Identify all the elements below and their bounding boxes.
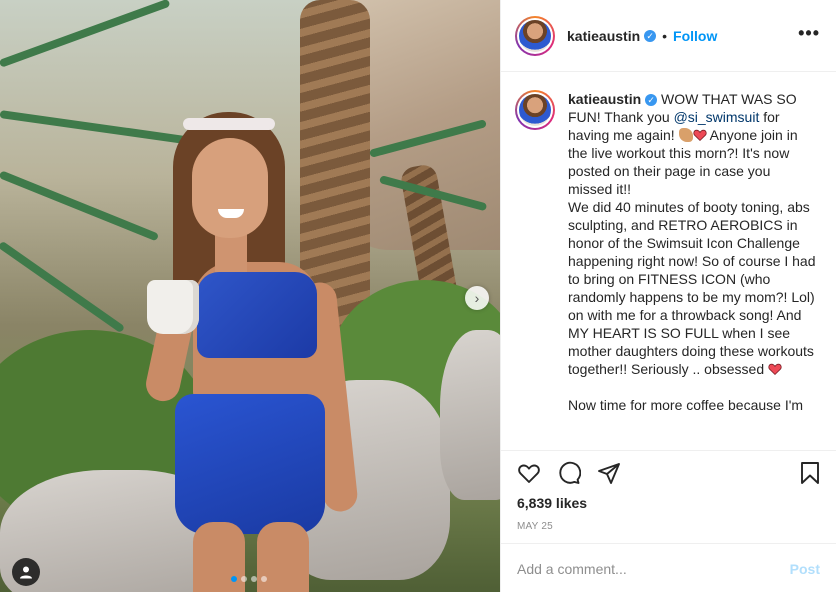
likes-count[interactable]: 6,839 likes — [517, 495, 587, 511]
avatar-image — [519, 94, 551, 126]
verified-badge-icon: ✓ — [645, 94, 658, 106]
sports-bra — [197, 272, 317, 358]
coffee-mug — [147, 280, 199, 334]
face — [192, 138, 268, 238]
bookmark-icon[interactable] — [798, 461, 822, 485]
post-photo[interactable]: › — [0, 0, 500, 592]
carousel-dot — [241, 576, 247, 582]
boulder — [440, 330, 500, 500]
post-side-panel: katieaustin ✓ • Follow ••• katieaustin ✓ … — [500, 0, 836, 592]
shorts — [175, 394, 325, 534]
caption-username[interactable]: katieaustin — [568, 91, 641, 107]
neck — [215, 232, 247, 272]
headband — [183, 118, 275, 130]
verified-badge-icon: ✓ — [644, 29, 657, 42]
heart-icon[interactable] — [517, 461, 541, 485]
avatar-image — [519, 19, 551, 52]
carousel-dot — [261, 576, 267, 582]
caption-part: Anyone join in the live workout this mor… — [568, 127, 816, 377]
post-header: katieaustin ✓ • Follow ••• — [501, 0, 836, 72]
caption: katieaustin ✓ WOW THAT WAS SO FUN! Thank … — [515, 90, 822, 414]
caption-scroll-area[interactable]: katieaustin ✓ WOW THAT WAS SO FUN! Thank … — [501, 72, 836, 450]
heart-emoji-icon — [768, 363, 782, 376]
user-tag-icon — [20, 566, 32, 579]
heart-emoji-icon — [692, 129, 707, 142]
comment-icon[interactable] — [557, 461, 581, 485]
carousel-dot — [251, 576, 257, 582]
caption-text: katieaustin ✓ WOW THAT WAS SO FUN! Thank … — [568, 90, 818, 414]
person — [135, 112, 375, 592]
comment-input[interactable] — [517, 560, 790, 577]
follow-button[interactable]: Follow — [673, 28, 717, 44]
palm-frond — [0, 240, 126, 334]
caption-part: Now time for more coffee because I'm — [568, 397, 804, 413]
post-actions: 6,839 likes MAY 25 Post — [501, 450, 836, 592]
palm-frond — [0, 0, 171, 68]
post-comment-button[interactable]: Post — [790, 561, 820, 577]
flexed-biceps-icon — [678, 128, 693, 142]
post-date[interactable]: MAY 25 — [517, 521, 553, 532]
avatar[interactable] — [515, 15, 555, 56]
action-icons — [517, 461, 621, 485]
carousel-next-button[interactable]: › — [465, 286, 489, 310]
share-icon[interactable] — [597, 461, 621, 485]
caption-avatar[interactable] — [515, 90, 555, 130]
user-tag-button[interactable] — [12, 558, 40, 586]
mention-link[interactable]: @si_swimsuit — [674, 109, 760, 125]
chevron-right-icon: › — [474, 290, 480, 306]
carousel-dot — [231, 576, 237, 582]
more-options-icon[interactable]: ••• — [798, 24, 820, 42]
carousel-indicators — [231, 576, 267, 582]
username-link[interactable]: katieaustin — [567, 28, 640, 44]
separator-dot: • — [662, 27, 668, 44]
comment-form: Post — [501, 543, 836, 592]
